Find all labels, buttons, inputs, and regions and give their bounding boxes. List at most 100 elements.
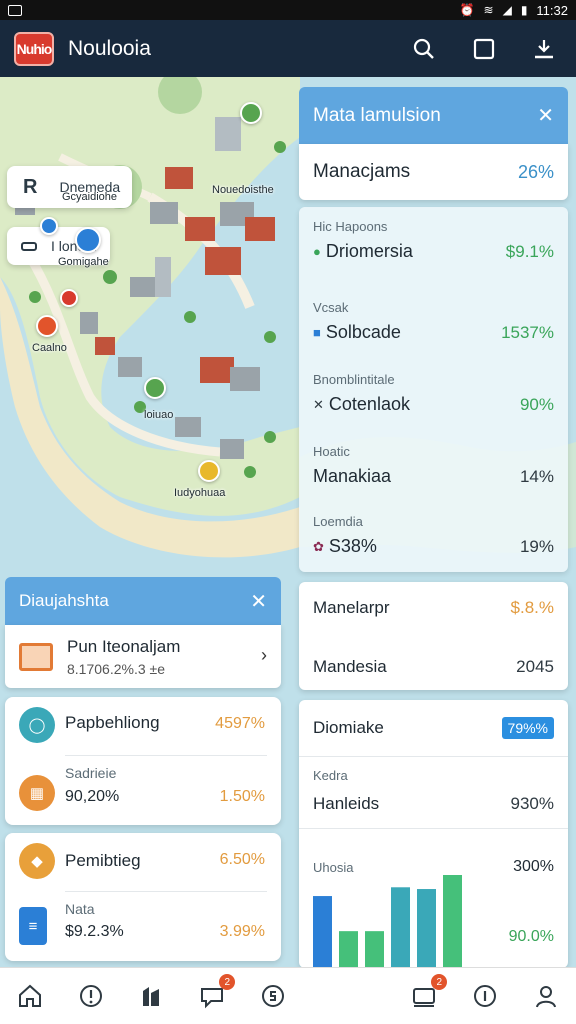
app-bar: Nuhio Noulooia [0,20,576,77]
home-icon[interactable] [15,981,45,1011]
card-sub-pct: 1.50% [219,788,265,805]
right-panel-title: Mata lamulsion [313,104,441,126]
shield-icon: ◯ [19,707,55,743]
right-panel-list: Hic Hapoons ● Driomersia $9.1% Vcsak ■ S… [299,207,568,572]
map-pin-icon[interactable] [36,315,58,337]
battery-icon: ▮ [520,3,528,17]
chart-bar [417,889,436,968]
card-sub-pct: 3.99% [219,923,265,940]
search-icon[interactable] [412,37,436,61]
signal-icon: ◢ [502,3,512,17]
card-title-value: 6.50% [219,851,265,868]
right-panel-top-row[interactable]: Manacjams 26% [299,144,568,200]
currency-icon[interactable] [258,981,288,1011]
route-icon: R [23,175,38,198]
profile-icon[interactable] [531,981,561,1011]
summary-row-label: Manelarpr [313,598,390,617]
list-item-caption: Bnomblintitale [313,372,395,387]
list-item-caption: Hic Hapoons [313,219,388,234]
map-pin-icon[interactable] [60,289,78,307]
circle-icon: ● [313,244,321,259]
grid-icon: ▦ [19,775,55,811]
box-icon: ■ [313,325,321,340]
map-pin-label: Caalno [32,342,67,354]
list-item[interactable]: Bnomblintitale ✕ Cotenlaok 90% [313,372,554,415]
tools-icon: ✕ [313,396,324,412]
summary-row-label: Mandesia [313,657,387,676]
status-time: 11:32 [536,2,568,18]
map-pin-label: Nouedoisthe [212,184,274,196]
top-row-label: Manacjams [313,161,411,182]
status-bar: ⏰ ≋ ◢ ▮ 11:32 [0,0,576,20]
list-item-name: S38% [328,536,377,556]
subitem-meta: 8.1706.2%.3 ±e [67,661,165,677]
subitem-title: Pun Iteonaljam [67,637,181,656]
map-pin-icon[interactable] [144,377,166,399]
list-item-caption: Loemdia [313,514,363,529]
chart-value-bottom: 90.0% [508,928,554,945]
notification-icon [8,4,22,16]
card-sub-label: Sadrieie [65,765,117,781]
chart-value-top: 300% [513,858,554,875]
map-pin-icon[interactable] [40,217,58,235]
notification-badge: 2 [219,974,236,990]
chat-icon[interactable]: 2 [197,974,236,1011]
percent-badge: 79%% [501,717,554,739]
chart-bar [443,875,462,968]
left-panel-subitem[interactable]: Pun Iteonaljam 8.1706.2%.3 ±e › [5,625,281,688]
card-title-value: 4597% [215,715,265,732]
chart-card-sub-label: Hanleids [313,794,380,813]
map-pin-label: Gcyaidiohe [62,191,118,203]
flower-icon: ✿ [313,538,324,554]
summary-card[interactable]: Manelarpr $.8.% Mandesia 2045 [299,582,568,690]
inbox-icon[interactable]: 2 [409,974,448,1011]
chart-card-sub-value: 930% [510,794,554,813]
list-item-caption: Hoatic [313,444,350,459]
map-pin-icon[interactable] [75,227,101,253]
left-panel-title: Diaujahshta [19,591,109,610]
map-pin-label: Iudyohuaa [174,487,226,499]
alert-icon[interactable] [76,981,106,1011]
wifi-icon: ≋ [483,3,494,17]
summary-row-value: $.8.% [510,598,554,617]
list-item-name: Cotenlaok [328,394,410,414]
left-panel-header: Diaujahshta ✕ [5,577,281,625]
list-item[interactable]: Hoatic Manakiaa 14% [313,444,554,487]
list-item-name: Driomersia [325,241,413,261]
chevron-right-icon[interactable]: › [261,645,267,666]
list-item[interactable]: Loemdia ✿ S38% 19% [313,514,554,557]
square-icon[interactable] [472,37,496,61]
stat-card[interactable]: ◯ Papbehliong 4597% Sadrieie ▦ 90,20% 1.… [5,697,281,825]
info-icon[interactable] [470,981,500,1011]
layer-icon [21,241,37,251]
map-pin-label: Gomigahe [58,256,109,268]
app-title: Noulooia [68,36,151,60]
alarm-icon: ⏰ [459,3,475,17]
building-icon [19,643,53,671]
list-item[interactable]: Vcsak ■ Solbcade 1537% [313,300,554,343]
close-icon[interactable]: ✕ [537,103,554,128]
stat-card[interactable]: ◆ Pemibtieg 6.50% Nata ≡ $9.2.3% 3.99% [5,833,281,961]
list-item-name: Manakiaa [313,466,392,486]
map-pin-icon[interactable] [198,460,220,482]
chart-card[interactable]: Diomiake 79%% Kedra Hanleids 930% Uhosia… [299,700,568,968]
divider [299,756,568,757]
app-logo[interactable]: Nuhio [14,31,54,66]
card-sub-value: $9.2.3% [65,923,124,940]
divider [65,755,267,756]
map-pin-icon[interactable] [240,102,262,124]
card-sub-label: Nata [65,901,95,917]
list-item[interactable]: Hic Hapoons ● Driomersia $9.1% [313,219,554,262]
divider [65,891,267,892]
map-pin-label: loiuao [144,409,174,421]
chart-bar [391,887,410,968]
drop-icon: ◆ [19,843,55,879]
close-icon[interactable]: ✕ [250,589,267,614]
divider [299,828,568,829]
download-icon[interactable] [532,37,556,61]
top-row-value: 26% [517,161,554,182]
chart-caption: Uhosia [313,860,354,875]
buildings-icon[interactable] [137,981,167,1011]
list-item-value: 90% [519,394,554,414]
